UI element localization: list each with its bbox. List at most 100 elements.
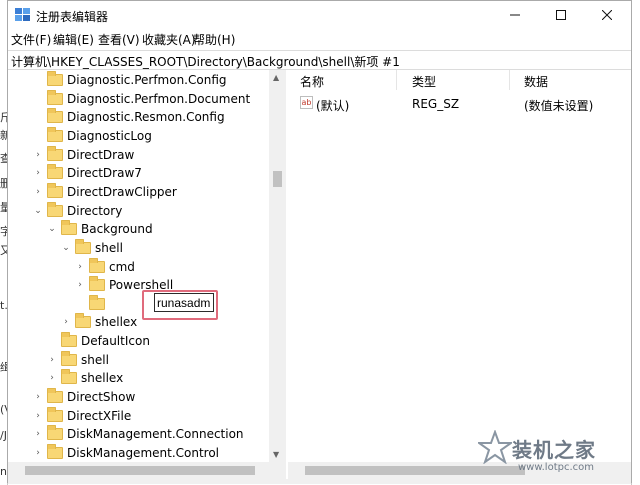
collapse-arrow-icon[interactable]: ⌄ (32, 206, 44, 216)
menu-help[interactable]: 帮助(H) (193, 31, 235, 48)
expand-arrow-icon[interactable]: › (46, 355, 58, 365)
tree-item[interactable]: › DirectDraw (36, 145, 135, 164)
folder-icon (61, 220, 77, 236)
folder-icon (47, 145, 63, 161)
string-value-icon: ab (300, 96, 313, 109)
tree-item[interactable] (89, 294, 109, 313)
expand-arrow-icon[interactable]: › (46, 373, 58, 383)
folder-icon (47, 425, 63, 441)
tree-item[interactable]: Diagnostic.Perfmon.Document (47, 89, 250, 108)
background-text-fragment: n (0, 465, 7, 478)
tree-item-label: DirectDrawClipper (67, 184, 177, 199)
tree-item[interactable]: › DirectXFile (36, 406, 132, 425)
scroll-down-arrow-icon[interactable]: ▼ (273, 450, 279, 459)
folder-icon (47, 89, 63, 105)
tree-item-label: shell (95, 240, 123, 255)
folder-icon (61, 332, 77, 348)
expand-arrow-icon[interactable]: › (32, 411, 44, 421)
value-type: REG_SZ (412, 97, 460, 111)
tree-item[interactable]: › DiskManagement.Control (36, 444, 220, 462)
tree-item[interactable]: › shellex (50, 369, 123, 387)
rename-key-input[interactable] (154, 293, 214, 312)
maximize-button[interactable] (538, 1, 584, 29)
tree-item[interactable]: ⌄ shell (62, 238, 123, 257)
tree-item[interactable]: › shellex (64, 313, 137, 331)
menu-view[interactable]: 查看(V) (98, 31, 140, 48)
maximize-icon (556, 10, 566, 20)
address-bar[interactable]: 计算机\HKEY_CLASSES_ROOT\Directory\Backgrou… (8, 50, 631, 70)
close-button[interactable] (584, 1, 630, 29)
folder-icon (75, 238, 91, 254)
minimize-button[interactable] (492, 1, 538, 29)
menu-bar: 文件(F) 编辑(E) 查看(V) 收藏夹(A) 帮助(H) (8, 29, 631, 48)
folder-icon (47, 388, 63, 404)
tree-hscroll-thumb[interactable] (25, 466, 255, 475)
menu-edit[interactable]: 编辑(E) (53, 31, 94, 48)
tree-item[interactable]: › shell (50, 350, 109, 369)
folder-icon (89, 276, 105, 292)
folder-icon (75, 313, 91, 329)
expand-arrow-icon[interactable]: › (32, 448, 44, 458)
tree-vertical-scrollbar[interactable]: ▲ ▼ (269, 70, 286, 462)
tree-item-label: Directory (67, 203, 123, 218)
tree-item-label: DiskManagement.Control (67, 446, 220, 460)
expand-arrow-icon[interactable]: › (32, 187, 44, 197)
status-bar (8, 479, 631, 484)
folder-icon (47, 406, 63, 422)
value-name: (默认) (316, 99, 350, 113)
star-logo-icon (478, 430, 512, 464)
tree-item[interactable]: › DirectShow (36, 388, 136, 406)
tree-item-label: Diagnostic.Perfmon.Config (67, 73, 227, 87)
expand-arrow-icon[interactable]: › (32, 429, 44, 439)
tree-item-label: Diagnostic.Resmon.Config (67, 110, 225, 125)
expand-arrow-icon[interactable]: › (32, 150, 44, 160)
tree-item[interactable]: › DiskManagement.Connection (36, 425, 244, 443)
collapse-arrow-icon[interactable]: ⌄ (60, 243, 72, 253)
tree-item-label: DirectDraw (67, 147, 135, 162)
folder-icon (47, 71, 63, 86)
watermark-text: 装机之家 (512, 438, 596, 462)
background-text-fragment: /J (0, 429, 7, 442)
folder-icon (61, 369, 77, 385)
collapse-arrow-icon[interactable]: ⌄ (46, 224, 58, 234)
folder-icon (61, 350, 77, 366)
folder-icon (47, 164, 63, 180)
expand-arrow-icon[interactable]: › (60, 317, 72, 327)
column-header-name[interactable]: 名称 (300, 73, 324, 90)
tree-item[interactable]: › DirectDraw7 (36, 164, 142, 182)
column-separator[interactable] (396, 70, 397, 90)
tree-item-label: DirectXFile (67, 408, 132, 423)
title-bar: 注册表编辑器 (8, 1, 631, 29)
folder-icon (47, 444, 63, 459)
column-separator[interactable] (509, 70, 510, 90)
expand-arrow-icon[interactable]: › (74, 262, 86, 272)
tree-item[interactable]: DiagnosticLog (47, 126, 152, 145)
tree-item[interactable]: Diagnostic.Resmon.Config (47, 108, 225, 126)
tree-item[interactable]: › DirectDrawClipper (36, 182, 177, 201)
tree-item[interactable]: Diagnostic.Perfmon.Config (47, 71, 227, 89)
tree-item[interactable]: DefaultIcon (61, 332, 150, 350)
value-row[interactable]: ab (默认) REG_SZ (数值未设置) (288, 95, 631, 113)
tree-item[interactable]: › cmd (78, 257, 135, 276)
menu-file[interactable]: 文件(F) (11, 31, 51, 48)
tree-item-label: shell (81, 352, 109, 367)
menu-favorites[interactable]: 收藏夹(A) (142, 31, 196, 48)
expand-arrow-icon[interactable]: › (74, 280, 86, 290)
site-watermark: 装机之家 www.lotpc.com (478, 428, 628, 478)
tree-item[interactable]: ⌄ Background (48, 220, 153, 238)
folder-icon (47, 108, 63, 124)
value-data: (数值未设置) (524, 99, 594, 113)
expand-arrow-icon[interactable]: › (32, 392, 44, 402)
column-header-type[interactable]: 类型 (412, 73, 436, 90)
tree-item[interactable]: ⌄ Directory (34, 201, 123, 220)
tree-scroll-thumb[interactable] (273, 171, 282, 187)
tree-item-label: DirectShow (67, 390, 136, 405)
registry-editor-app-icon (15, 8, 30, 21)
folder-icon (47, 182, 63, 198)
expand-arrow-icon[interactable]: › (32, 168, 44, 178)
folder-icon (47, 201, 63, 217)
tree-horizontal-scrollbar[interactable] (8, 462, 286, 479)
scroll-up-arrow-icon[interactable]: ▲ (273, 73, 279, 82)
tree-item-label: DirectDraw7 (67, 166, 142, 181)
column-header-data[interactable]: 数据 (524, 73, 548, 90)
